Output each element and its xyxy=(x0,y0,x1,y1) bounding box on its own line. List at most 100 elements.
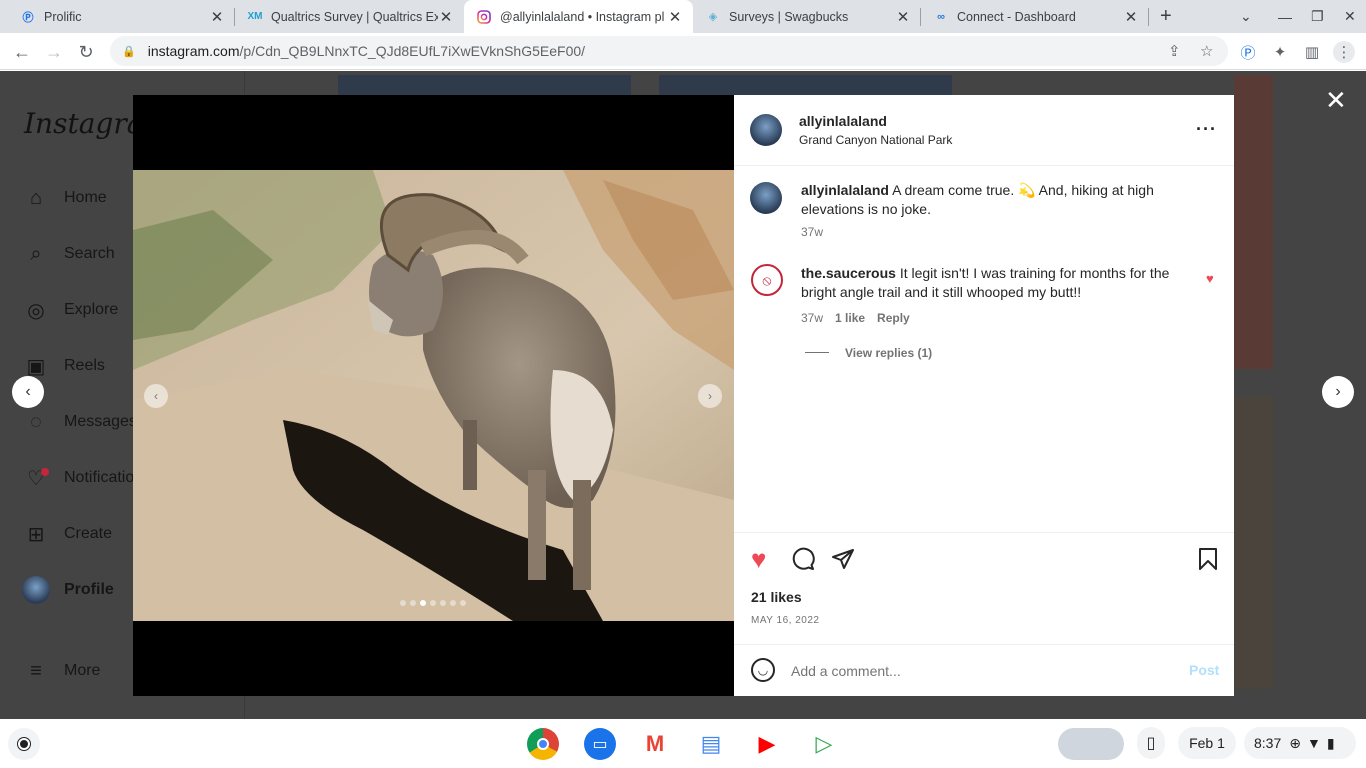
tab-title: @allyinlalaland • Instagram pl xyxy=(500,9,665,24)
caption-username[interactable]: allyinlalaland xyxy=(801,182,889,198)
youtube-app-icon[interactable]: ▶ xyxy=(751,728,783,760)
reply-button[interactable]: Reply xyxy=(877,311,910,325)
close-tab-icon[interactable]: ✕ xyxy=(209,8,225,26)
comment-icon[interactable] xyxy=(791,547,815,576)
carousel-dot xyxy=(450,600,456,606)
likes-count[interactable]: 21 likes xyxy=(751,589,802,605)
close-tab-icon[interactable]: ✕ xyxy=(895,8,911,26)
carousel-dot xyxy=(400,600,406,606)
nav-label: Home xyxy=(64,189,107,206)
reload-button[interactable]: ↻ xyxy=(73,39,99,65)
post-comment-button[interactable]: Post xyxy=(1189,662,1219,678)
minimize-button[interactable]: — xyxy=(1278,0,1292,33)
gmail-app-icon[interactable]: M xyxy=(639,728,671,760)
emoji-icon[interactable]: ◡ xyxy=(751,658,775,682)
nav-profile[interactable]: Profile xyxy=(22,576,114,604)
share-icon[interactable]: ⇪ xyxy=(1168,42,1181,60)
nav-explore[interactable]: ◎ Explore xyxy=(22,296,118,324)
nav-label: Create xyxy=(64,525,113,542)
post-username[interactable]: allyinlalaland xyxy=(799,113,952,129)
avatar[interactable]: ⦸ xyxy=(751,264,783,296)
carousel-dot xyxy=(460,600,466,606)
notification-dot xyxy=(41,468,49,476)
nav-search[interactable]: ⌕ Search xyxy=(22,240,114,268)
carousel-prev-icon[interactable]: ‹ xyxy=(144,384,168,408)
wifi-icon: ▼ xyxy=(1306,735,1321,751)
add-comment-bar: ◡ Post xyxy=(734,644,1234,696)
more-options-icon[interactable]: ··· xyxy=(1196,119,1217,140)
url-path: /p/Cdn_QB9LNnxTC_QJd8EUfL7iXwEVknShG5EeF… xyxy=(239,43,586,59)
tab-qualtrics[interactable]: XM Qualtrics Survey | Qualtrics Exp ✕ xyxy=(235,0,464,33)
nav-home[interactable]: ⌂ Home xyxy=(22,184,107,212)
battery-icon: ▮ xyxy=(1326,734,1335,751)
close-modal-icon[interactable]: ✕ xyxy=(1325,85,1347,116)
grid-thumbnail[interactable] xyxy=(1234,397,1273,689)
comment-likes[interactable]: 1 like xyxy=(835,311,865,325)
bookmark-star-icon[interactable]: ☆ xyxy=(1200,42,1213,60)
previous-post-button[interactable]: ‹ xyxy=(12,376,44,408)
post-details: allyinlalaland Grand Canyon National Par… xyxy=(734,95,1234,696)
clock-time: 8:37 xyxy=(1254,735,1282,751)
view-replies-button[interactable]: View replies (1) xyxy=(845,346,932,360)
tab-prolific[interactable]: Ⓟ Prolific ✕ xyxy=(2,0,235,33)
play-store-app-icon[interactable]: ▷ xyxy=(808,728,840,760)
nav-messages[interactable]: ◌ Messages xyxy=(22,408,137,436)
close-tab-icon[interactable]: ✕ xyxy=(1123,8,1139,26)
nav-create[interactable]: ⊞ Create xyxy=(22,520,112,548)
holding-space-thumbnails[interactable] xyxy=(1058,728,1124,760)
avatar[interactable] xyxy=(750,114,782,146)
files-app-icon[interactable]: ▭ xyxy=(584,728,616,760)
maximize-button[interactable]: ❐ xyxy=(1311,0,1324,33)
grid-thumbnail[interactable] xyxy=(1234,75,1273,369)
lock-icon: 🔒 xyxy=(122,45,136,58)
post-location[interactable]: Grand Canyon National Park xyxy=(799,133,952,147)
next-post-button[interactable]: › xyxy=(1322,376,1354,408)
tab-connect[interactable]: ∞ Connect - Dashboard ✕ xyxy=(921,0,1149,33)
forward-button[interactable]: → xyxy=(41,39,67,65)
close-window-button[interactable]: ✕ xyxy=(1344,0,1356,33)
post-photo-bighorn-sheep[interactable] xyxy=(133,170,734,621)
avatar[interactable] xyxy=(750,182,782,214)
tab-search-chevron-icon[interactable]: ⌄ xyxy=(1240,0,1252,33)
prolific-extension-icon[interactable]: Ⓟ xyxy=(1237,41,1259,63)
phone-hub-icon[interactable]: ▯ xyxy=(1137,727,1165,759)
side-panel-icon[interactable]: ▥ xyxy=(1301,41,1323,63)
close-tab-icon[interactable]: ✕ xyxy=(438,8,454,26)
instagram-icon xyxy=(476,9,492,25)
extensions-puzzle-icon[interactable]: ✦ xyxy=(1269,41,1291,63)
carousel-dot xyxy=(420,600,426,606)
comment-username[interactable]: the.saucerous xyxy=(801,265,896,281)
qualtrics-icon: XM xyxy=(247,11,263,22)
docs-app-icon[interactable]: ▤ xyxy=(695,728,727,760)
nav-label: Messages xyxy=(64,413,137,430)
add-circle-icon: ⊕ xyxy=(1289,734,1301,751)
home-icon: ⌂ xyxy=(29,186,43,209)
carousel-dot xyxy=(410,600,416,606)
share-paper-plane-icon[interactable] xyxy=(831,547,855,576)
tab-instagram[interactable]: @allyinlalaland • Instagram pl ✕ xyxy=(464,0,693,33)
chrome-app-icon[interactable] xyxy=(527,728,559,760)
new-tab-button[interactable]: + xyxy=(1160,0,1172,33)
close-tab-icon[interactable]: ✕ xyxy=(667,8,683,26)
browser-menu-icon[interactable]: ⋮ xyxy=(1333,41,1355,63)
tab-swagbucks[interactable]: ◈ Surveys | Swagbucks ✕ xyxy=(693,0,921,33)
nav-more[interactable]: ≡ More xyxy=(22,657,100,685)
nav-label: Explore xyxy=(64,301,119,318)
save-bookmark-icon[interactable] xyxy=(1198,547,1218,576)
nav-reels[interactable]: ▣ Reels xyxy=(22,352,105,380)
address-bar[interactable]: 🔒 instagram.com/p/Cdn_QB9LNnxTC_QJd8EUfL… xyxy=(110,36,1228,66)
comment-like-heart-icon[interactable]: ♥ xyxy=(1206,271,1214,286)
carousel-dot xyxy=(440,600,446,606)
status-tray[interactable]: 8:37 ⊕ ▼ ▮ xyxy=(1244,727,1356,759)
back-button[interactable]: ← xyxy=(9,39,35,65)
calendar-date[interactable]: Feb 1 xyxy=(1178,727,1236,759)
prolific-icon: Ⓟ xyxy=(22,11,34,24)
avatar xyxy=(22,576,50,604)
hamburger-menu-icon: ≡ xyxy=(30,659,42,682)
launcher-button[interactable] xyxy=(8,728,40,760)
nav-label: More xyxy=(64,662,101,679)
comment-input[interactable] xyxy=(791,659,1161,683)
like-heart-icon[interactable]: ♥ xyxy=(751,545,766,573)
replies-divider xyxy=(805,352,829,353)
carousel-next-icon[interactable]: › xyxy=(698,384,722,408)
